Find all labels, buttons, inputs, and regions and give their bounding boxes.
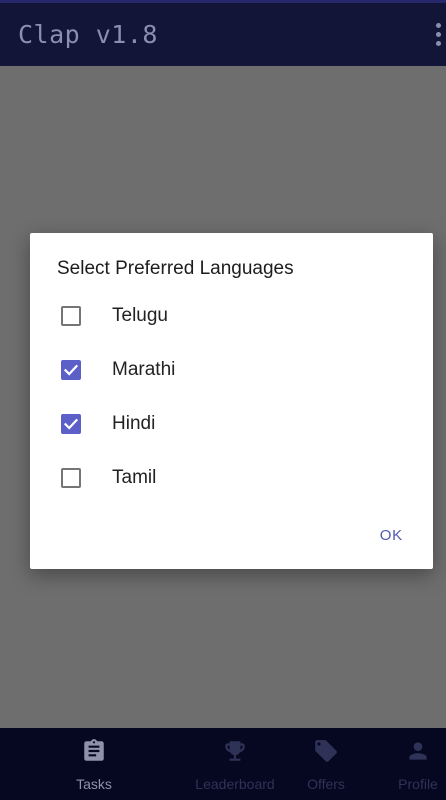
checkbox-hindi[interactable] xyxy=(61,414,81,434)
nav-item-profile[interactable]: Profile xyxy=(390,728,446,800)
person-icon xyxy=(409,742,427,760)
tag-icon xyxy=(315,740,337,762)
checkbox-marathi[interactable] xyxy=(61,360,81,380)
language-dialog: Select Preferred Languages Telugu Marath… xyxy=(30,233,433,569)
option-telugu[interactable]: Telugu xyxy=(30,290,433,344)
option-label: Tamil xyxy=(112,467,157,488)
trophy-icon xyxy=(225,741,245,761)
option-label: Telugu xyxy=(112,305,168,326)
checkmark-icon xyxy=(63,364,79,376)
nav-label: Leaderboard xyxy=(195,776,275,792)
clipboard-icon xyxy=(84,739,104,761)
app-title: Clap v1.8 xyxy=(18,20,158,49)
option-marathi[interactable]: Marathi xyxy=(30,344,433,398)
ok-button[interactable]: OK xyxy=(376,525,407,546)
checkmark-icon xyxy=(63,418,79,430)
nav-item-leaderboard[interactable]: Leaderboard xyxy=(189,728,281,800)
option-tamil[interactable]: Tamil xyxy=(30,452,433,506)
screen: Clap v1.8 Select Preferred Languages Tel… xyxy=(0,0,446,800)
nav-label: Offers xyxy=(307,776,345,792)
checkbox-telugu[interactable] xyxy=(61,306,81,326)
nav-label: Tasks xyxy=(76,776,112,792)
app-bar: Clap v1.8 xyxy=(0,0,446,66)
checkbox-tamil[interactable] xyxy=(61,468,81,488)
option-hindi[interactable]: Hindi xyxy=(30,398,433,452)
more-vert-icon[interactable] xyxy=(432,23,446,49)
nav-item-tasks[interactable]: Tasks xyxy=(54,728,134,800)
option-label: Hindi xyxy=(112,413,156,434)
option-label: Marathi xyxy=(112,359,176,380)
nav-item-offers[interactable]: Offers xyxy=(296,728,356,800)
nav-label: Profile xyxy=(398,776,438,792)
bottom-nav: Tasks Leaderboard Offers Profile xyxy=(0,728,446,800)
dialog-title: Select Preferred Languages xyxy=(57,258,294,279)
